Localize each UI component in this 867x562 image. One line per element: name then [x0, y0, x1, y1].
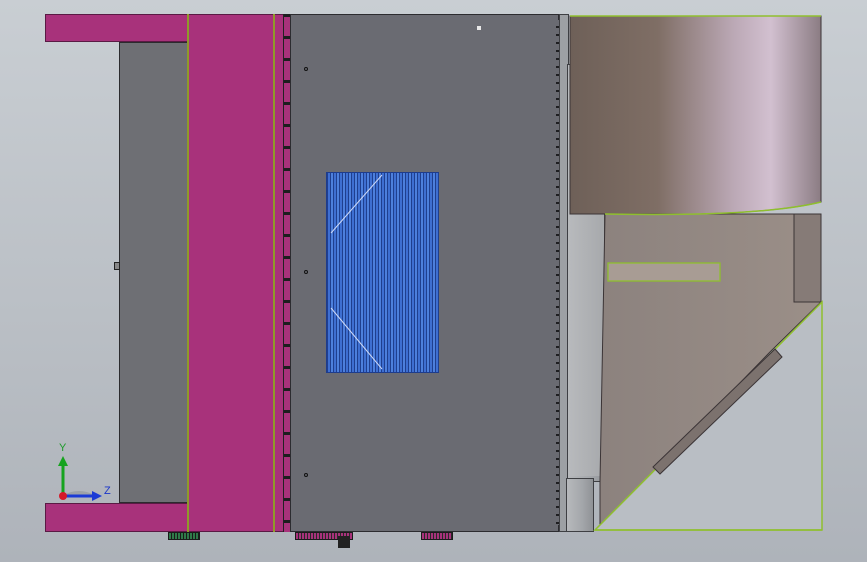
mounting-hole [304, 270, 308, 274]
mounting-hole [304, 67, 308, 71]
base-foot [421, 532, 453, 540]
frame-top-arm [45, 14, 190, 42]
triad-y-label: Y [59, 442, 67, 454]
post-seam-line [187, 14, 189, 532]
mounting-hole [304, 473, 308, 477]
base-foot [168, 532, 200, 540]
frame-inner-panel [119, 42, 189, 503]
frame-bottom-arm [45, 503, 190, 532]
vent-grille [326, 172, 439, 373]
triad-z-label: Z [104, 485, 111, 497]
frame-inner-latch [114, 262, 120, 270]
tank-assembly [569, 15, 823, 531]
base-foot-connector [338, 536, 350, 548]
coordinate-triad: Y Z [52, 440, 112, 504]
grille-diagonal-lines [330, 174, 383, 370]
graphics-viewport[interactable]: Y Z [0, 0, 867, 562]
post-seam-line [273, 14, 275, 532]
panel-corner-mark [477, 26, 481, 30]
